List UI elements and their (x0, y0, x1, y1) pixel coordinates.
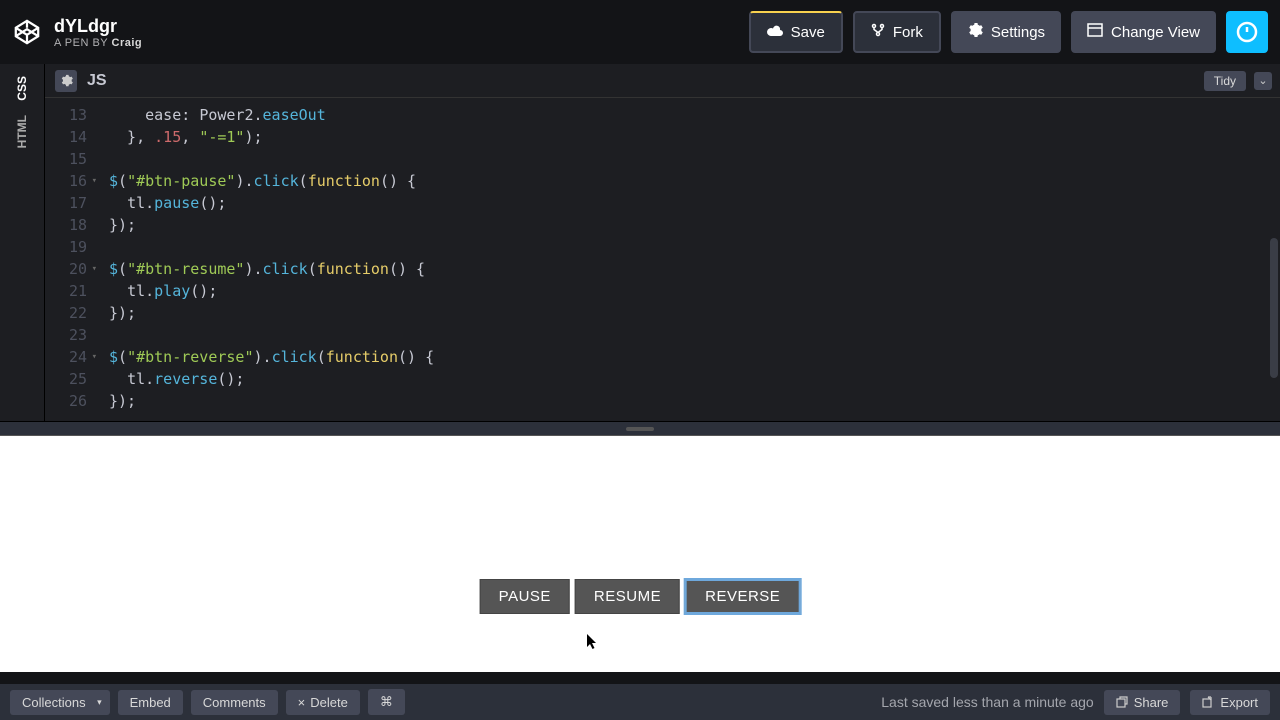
cloud-icon (767, 24, 783, 41)
share-icon (1116, 696, 1129, 709)
pane-resizer[interactable] (0, 421, 1280, 436)
gear-icon (60, 74, 73, 87)
scrollbar-thumb[interactable] (1270, 238, 1278, 378)
code-editor[interactable]: 1314151617181920212223242526 ease: Power… (45, 98, 1280, 421)
code-content[interactable]: ease: Power2.easeOut }, .15, "-=1"); $("… (95, 98, 1280, 421)
editor-settings-button[interactable] (55, 70, 77, 92)
preview-pane: PAUSE RESUME REVERSE (0, 436, 1280, 672)
share-button[interactable]: Share (1104, 690, 1181, 715)
layout-icon (1087, 23, 1103, 41)
close-icon: × (298, 695, 306, 710)
codepen-logo-icon[interactable] (12, 17, 42, 47)
delete-button[interactable]: × Delete (286, 690, 360, 715)
tab-html[interactable]: HTML (13, 111, 31, 152)
pause-button[interactable]: PAUSE (480, 579, 570, 614)
collections-button[interactable]: Collections (10, 690, 110, 715)
tidy-button[interactable]: Tidy (1204, 71, 1246, 91)
pen-byline: A PEN BY Craig (54, 37, 142, 49)
change-view-button[interactable]: Change View (1071, 11, 1216, 53)
tab-css[interactable]: CSS (13, 72, 31, 105)
editor-header: JS Tidy ⌄ (45, 64, 1280, 98)
embed-button[interactable]: Embed (118, 690, 183, 715)
editor-side-tabs: CSS HTML (0, 64, 45, 421)
save-button[interactable]: Save (749, 11, 843, 53)
settings-button[interactable]: Settings (951, 11, 1061, 53)
app-header: dYLdgr A PEN BY Craig Save Fork Settings… (0, 0, 1280, 64)
footer-right: Last saved less than a minute ago Share … (881, 690, 1270, 715)
editor-main: JS Tidy ⌄ 1314151617181920212223242526 e… (45, 64, 1280, 421)
fork-icon (871, 23, 885, 41)
gear-icon (967, 22, 983, 42)
preview-controls: PAUSE RESUME REVERSE (480, 579, 801, 614)
editor-area: CSS HTML JS Tidy ⌄ 131415161718192021222… (0, 64, 1280, 421)
pen-info: dYLdgr A PEN BY Craig (54, 16, 142, 49)
mouse-cursor-icon (587, 634, 599, 653)
user-avatar[interactable] (1226, 11, 1268, 53)
reverse-button[interactable]: REVERSE (685, 579, 800, 614)
export-button[interactable]: Export (1190, 690, 1270, 715)
comments-button[interactable]: Comments (191, 690, 278, 715)
editor-lang-label: JS (87, 72, 107, 90)
author-link[interactable]: Craig (112, 37, 143, 49)
fork-button[interactable]: Fork (853, 11, 941, 53)
footer-bar: Collections Embed Comments × Delete ⌘ La… (0, 684, 1280, 720)
line-gutter: 1314151617181920212223242526 (45, 98, 95, 421)
header-left: dYLdgr A PEN BY Craig (12, 16, 142, 49)
editor-menu-button[interactable]: ⌄ (1254, 72, 1272, 90)
header-actions: Save Fork Settings Change View (749, 11, 1268, 53)
pen-title[interactable]: dYLdgr (54, 16, 142, 37)
chevron-down-icon: ⌄ (1258, 74, 1267, 87)
keyboard-shortcuts-button[interactable]: ⌘ (368, 689, 405, 715)
save-status: Last saved less than a minute ago (881, 694, 1093, 710)
resume-button[interactable]: RESUME (575, 579, 680, 614)
export-icon (1202, 696, 1215, 709)
